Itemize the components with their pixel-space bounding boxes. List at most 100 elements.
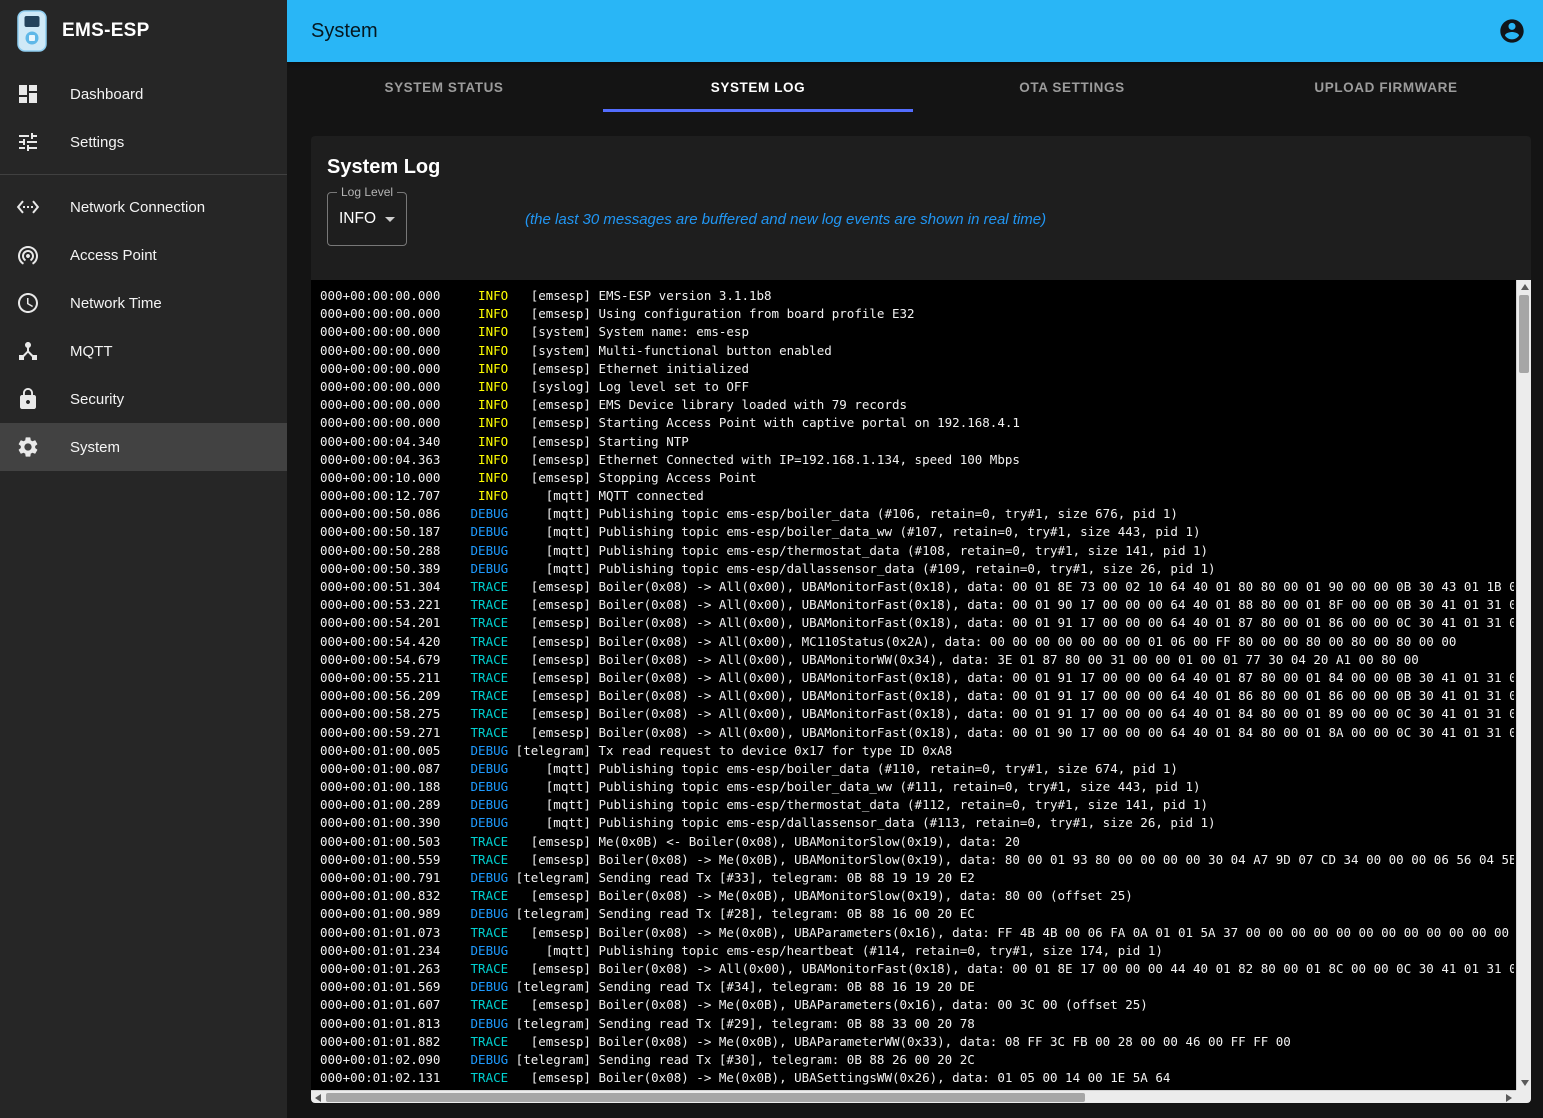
horizontal-scrollbar-thumb[interactable] — [326, 1093, 1085, 1102]
sidebar-item-settings[interactable]: Settings — [0, 118, 287, 166]
log-line: 000+00:00:59.271 TRACE [emsesp] Boiler(0… — [320, 724, 1514, 742]
scroll-up-arrow-icon[interactable] — [1521, 284, 1529, 290]
log-line: 000+00:00:10.000 INFO [emsesp] Stopping … — [320, 469, 1514, 487]
app-bar: System — [287, 0, 1543, 62]
log-level-value: INFO — [339, 210, 376, 228]
panel-title: System Log — [327, 156, 1515, 179]
log-line: 000+00:01:01.234 DEBUG [mqtt] Publishing… — [320, 942, 1514, 960]
sidebar-item-dashboard[interactable]: Dashboard — [0, 70, 287, 118]
panel-controls: Log Level INFO (the last 30 messages are… — [327, 192, 1515, 246]
tab-upload-firmware[interactable]: UPLOAD FIRMWARE — [1229, 62, 1543, 112]
sidebar-item-security[interactable]: Security — [0, 375, 287, 423]
sidebar-item-label: Access Point — [70, 247, 157, 264]
log-line: 000+00:01:00.005 DEBUG [telegram] Tx rea… — [320, 742, 1514, 760]
log-line: 000+00:00:00.000 INFO [emsesp] Using con… — [320, 305, 1514, 323]
log-level-label: Log Level — [337, 185, 397, 199]
log-level-select[interactable]: Log Level INFO — [327, 192, 407, 246]
panel-header: System Log Log Level INFO (the last 30 m… — [311, 136, 1531, 246]
sidebar-item-label: Dashboard — [70, 86, 143, 103]
log-console: 000+00:00:00.000 INFO [emsesp] EMS-ESP v… — [311, 280, 1531, 1103]
log-line: 000+00:00:50.086 DEBUG [mqtt] Publishing… — [320, 505, 1514, 523]
account-circle-icon[interactable] — [1497, 16, 1527, 46]
log-line: 000+00:01:00.989 DEBUG [telegram] Sendin… — [320, 905, 1514, 923]
page-title: System — [311, 20, 378, 43]
log-line: 000+00:01:01.607 TRACE [emsesp] Boiler(0… — [320, 996, 1514, 1014]
tab-label: UPLOAD FIRMWARE — [1314, 80, 1457, 95]
sidebar-header: EMS-ESP — [0, 0, 287, 62]
log-line: 000+00:00:04.363 INFO [emsesp] Ethernet … — [320, 451, 1514, 469]
log-line: 000+00:00:54.420 TRACE [emsesp] Boiler(0… — [320, 633, 1514, 651]
scroll-right-arrow-icon[interactable] — [1506, 1094, 1512, 1102]
sidebar: EMS-ESP Dashboard Settings Network Conne… — [0, 0, 287, 1118]
log-line: 000+00:00:54.201 TRACE [emsesp] Boiler(0… — [320, 614, 1514, 632]
tab-label: OTA SETTINGS — [1019, 80, 1124, 95]
sidebar-item-label: Security — [70, 391, 124, 408]
tab-label: SYSTEM LOG — [711, 80, 806, 95]
sidebar-item-mqtt[interactable]: MQTT — [0, 327, 287, 375]
ethernet-icon — [16, 195, 40, 219]
wifi-tethering-icon — [16, 243, 40, 267]
log-line: 000+00:00:55.211 TRACE [emsesp] Boiler(0… — [320, 669, 1514, 687]
buffer-note: (the last 30 messages are buffered and n… — [525, 211, 1046, 228]
log-console-lines[interactable]: 000+00:00:00.000 INFO [emsesp] EMS-ESP v… — [320, 287, 1514, 1089]
log-line: 000+00:01:01.813 DEBUG [telegram] Sendin… — [320, 1015, 1514, 1033]
tab-bar: SYSTEM STATUS SYSTEM LOG OTA SETTINGS UP… — [287, 62, 1543, 112]
sidebar-item-label: Network Time — [70, 295, 162, 312]
app-title: EMS-ESP — [62, 20, 150, 42]
log-line: 000+00:01:00.832 TRACE [emsesp] Boiler(0… — [320, 887, 1514, 905]
log-line: 000+00:01:00.289 DEBUG [mqtt] Publishing… — [320, 796, 1514, 814]
horizontal-scrollbar — [311, 1090, 1516, 1103]
tab-system-log[interactable]: SYSTEM LOG — [601, 62, 915, 112]
log-line: 000+00:01:00.503 TRACE [emsesp] Me(0x0B)… — [320, 833, 1514, 851]
dashboard-icon — [16, 82, 40, 106]
sidebar-item-label: System — [70, 439, 120, 456]
tab-system-status[interactable]: SYSTEM STATUS — [287, 62, 601, 112]
log-line: 000+00:01:00.188 DEBUG [mqtt] Publishing… — [320, 778, 1514, 796]
log-line: 000+00:00:00.000 INFO [emsesp] EMS Devic… — [320, 396, 1514, 414]
log-line: 000+00:01:01.882 TRACE [emsesp] Boiler(0… — [320, 1033, 1514, 1051]
log-line: 000+00:00:50.187 DEBUG [mqtt] Publishing… — [320, 523, 1514, 541]
sidebar-item-network-connection[interactable]: Network Connection — [0, 183, 287, 231]
log-line: 000+00:00:00.000 INFO [emsesp] EMS-ESP v… — [320, 287, 1514, 305]
log-line: 000+00:01:00.390 DEBUG [mqtt] Publishing… — [320, 814, 1514, 832]
log-line: 000+00:00:12.707 INFO [mqtt] MQTT connec… — [320, 487, 1514, 505]
sidebar-item-label: MQTT — [70, 343, 113, 360]
log-line: 000+00:00:56.209 TRACE [emsesp] Boiler(0… — [320, 687, 1514, 705]
sidebar-item-label: Network Connection — [70, 199, 205, 216]
vertical-scrollbar — [1516, 280, 1531, 1090]
sidebar-item-network-time[interactable]: Network Time — [0, 279, 287, 327]
log-line: 000+00:01:01.073 TRACE [emsesp] Boiler(0… — [320, 924, 1514, 942]
log-line: 000+00:00:50.288 DEBUG [mqtt] Publishing… — [320, 542, 1514, 560]
sidebar-item-label: Settings — [70, 134, 124, 151]
log-line: 000+00:00:00.000 INFO [emsesp] Ethernet … — [320, 360, 1514, 378]
clock-icon — [16, 291, 40, 315]
log-line: 000+00:00:50.389 DEBUG [mqtt] Publishing… — [320, 560, 1514, 578]
log-line: 000+00:00:51.304 TRACE [emsesp] Boiler(0… — [320, 578, 1514, 596]
device-hub-icon — [16, 339, 40, 363]
log-line: 000+00:00:53.221 TRACE [emsesp] Boiler(0… — [320, 596, 1514, 614]
tune-icon — [16, 130, 40, 154]
ems-esp-logo-icon — [16, 10, 48, 52]
log-line: 000+00:01:02.200 TRACE [emsesp] Boiler(0… — [320, 1087, 1514, 1089]
tab-ota-settings[interactable]: OTA SETTINGS — [915, 62, 1229, 112]
log-line: 000+00:01:01.569 DEBUG [telegram] Sendin… — [320, 978, 1514, 996]
log-line: 000+00:00:00.000 INFO [syslog] Log level… — [320, 378, 1514, 396]
log-line: 000+00:01:00.087 DEBUG [mqtt] Publishing… — [320, 760, 1514, 778]
chevron-down-icon — [385, 217, 395, 222]
sidebar-menu: Dashboard Settings Network Connection Ac… — [0, 62, 287, 471]
log-line: 000+00:00:00.000 INFO [system] Multi-fun… — [320, 342, 1514, 360]
scroll-left-arrow-icon[interactable] — [315, 1094, 321, 1102]
lock-icon — [16, 387, 40, 411]
log-line: 000+00:01:01.263 TRACE [emsesp] Boiler(0… — [320, 960, 1514, 978]
log-line: 000+00:00:54.679 TRACE [emsesp] Boiler(0… — [320, 651, 1514, 669]
log-line: 000+00:01:00.559 TRACE [emsesp] Boiler(0… — [320, 851, 1514, 869]
log-line: 000+00:00:04.340 INFO [emsesp] Starting … — [320, 433, 1514, 451]
log-line: 000+00:01:02.131 TRACE [emsesp] Boiler(0… — [320, 1069, 1514, 1087]
sidebar-item-access-point[interactable]: Access Point — [0, 231, 287, 279]
system-log-panel: System Log Log Level INFO (the last 30 m… — [311, 136, 1531, 1103]
vertical-scrollbar-thumb[interactable] — [1519, 295, 1529, 373]
sidebar-divider — [0, 174, 287, 175]
gear-icon — [16, 435, 40, 459]
scroll-down-arrow-icon[interactable] — [1521, 1080, 1529, 1086]
sidebar-item-system[interactable]: System — [0, 423, 287, 471]
